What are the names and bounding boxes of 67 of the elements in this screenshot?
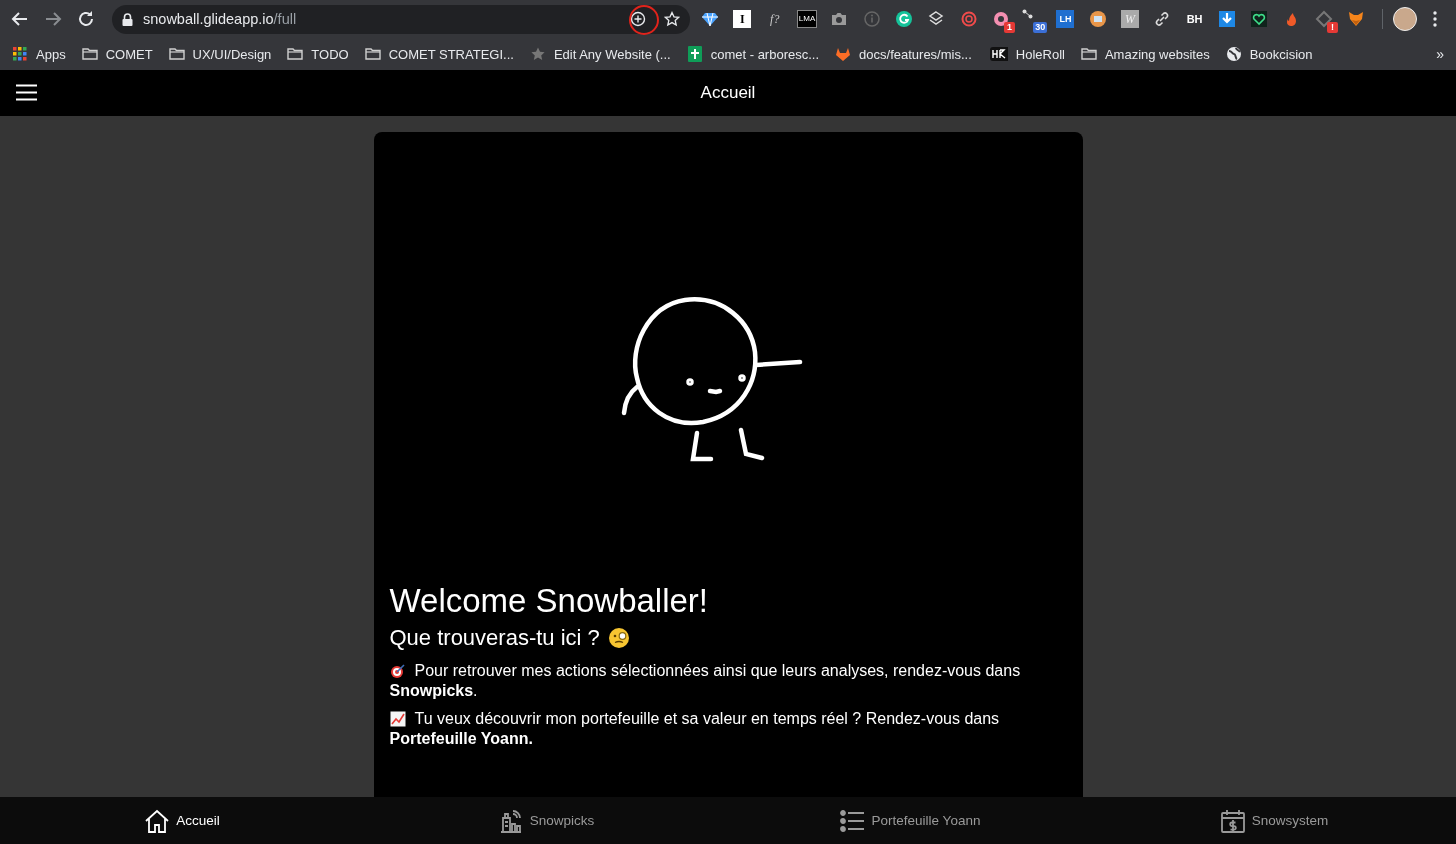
- intro-paragraph: Tu veux découvrir mon portefeuille et sa valeur en temps réel ? Rendez-vous dans Portefeuille Yoann.: [389, 709, 1001, 749]
- subheading: Que trouveras-tu ici ?: [389, 624, 600, 652]
- bookmark-link[interactable]: COMET STRATEGI...: [388, 46, 514, 62]
- letter-icon[interactable]: LH: [1056, 10, 1075, 28]
- bookmark-link[interactable]: Amazing websites: [1104, 46, 1210, 62]
- nav-tab[interactable]: Snowsystem: [1092, 797, 1456, 844]
- intro-paragraph: Pour retrouver mes actions sélectionnées ainsi que leurs analyses, rendez-vous dans Snowpicks.: [389, 661, 1022, 701]
- folder-icon: [81, 46, 98, 62]
- star-icon[interactable]: [664, 11, 680, 27]
- ring-icon[interactable]: [991, 10, 1010, 28]
- add-circle-icon[interactable]: [630, 11, 646, 27]
- bookmark-link[interactable]: UX/UI/Design: [192, 46, 272, 62]
- bookmark-link[interactable]: HoleRoll: [1015, 46, 1065, 62]
- download-icon[interactable]: [1217, 10, 1236, 28]
- sheet-icon: [686, 46, 703, 62]
- notification-badge: 30: [1033, 22, 1048, 33]
- url-path: /full: [273, 11, 297, 27]
- diamond-icon[interactable]: [701, 10, 720, 28]
- letter-icon[interactable]: BH: [1185, 10, 1204, 28]
- folder-icon: [287, 46, 304, 62]
- layers-icon[interactable]: [927, 10, 946, 28]
- fox-icon[interactable]: [1347, 10, 1366, 28]
- bookmark-link[interactable]: comet - arboresc...: [710, 46, 820, 62]
- page-title: Accueil: [700, 83, 756, 103]
- monocle-face-icon: [607, 627, 630, 649]
- menu-icon[interactable]: [16, 84, 37, 101]
- bookmark-link[interactable]: Apps: [36, 46, 66, 62]
- bookmark-link[interactable]: Bookcision: [1249, 46, 1313, 62]
- bookmark-link[interactable]: TODO: [311, 46, 349, 62]
- reload-icon[interactable]: [76, 9, 96, 29]
- camera-icon[interactable]: [830, 10, 849, 28]
- folder-icon: [168, 46, 185, 62]
- folder-icon: [1080, 46, 1097, 62]
- diamond-outline-icon[interactable]: [1314, 10, 1333, 28]
- star-icon: [529, 46, 546, 62]
- menu-dots-icon[interactable]: [1433, 11, 1438, 27]
- calendar-dollar-icon: [1219, 807, 1246, 834]
- circle-g-icon[interactable]: [894, 10, 913, 28]
- apps-grid-icon: [12, 46, 28, 62]
- address-bar[interactable]: snowball.glideapp.io/full: [112, 4, 690, 34]
- welcome-heading: Welcome Snowballer!: [389, 581, 710, 621]
- bookmark-link[interactable]: COMET: [105, 46, 153, 62]
- target-icon: [389, 663, 406, 679]
- hr-logo-icon: [987, 46, 1008, 62]
- home-icon: [144, 807, 171, 834]
- picture-icon[interactable]: [1088, 10, 1107, 28]
- more-bookmarks-button[interactable]: »: [1436, 46, 1444, 62]
- nav-tab[interactable]: Accueil: [0, 797, 364, 844]
- lock-icon: [122, 12, 133, 26]
- globe-icon: [1225, 46, 1242, 62]
- bookmark-link[interactable]: docs/features/mis...: [859, 46, 972, 62]
- chart-icon: [389, 711, 406, 727]
- list-icon: [839, 807, 866, 834]
- avatar[interactable]: [1393, 7, 1418, 31]
- notification-badge: !: [1326, 22, 1338, 33]
- folder-icon: [364, 46, 381, 62]
- heart-icon[interactable]: [1250, 10, 1269, 28]
- bookmark-link[interactable]: Edit Any Website (...: [553, 46, 671, 62]
- nav-tab[interactable]: Snowpicks: [364, 797, 728, 844]
- nodes-icon[interactable]: [1021, 9, 1033, 19]
- letter-icon[interactable]: f?: [765, 10, 784, 28]
- url-host: snowball.glideapp.io: [143, 11, 274, 27]
- letter-icon[interactable]: LMA: [796, 10, 818, 28]
- notification-badge: 1: [1003, 22, 1015, 33]
- letter-icon[interactable]: I: [733, 10, 752, 28]
- nav-tab[interactable]: Portefeuille Yoann: [728, 797, 1092, 844]
- fox-head-icon: [835, 46, 852, 62]
